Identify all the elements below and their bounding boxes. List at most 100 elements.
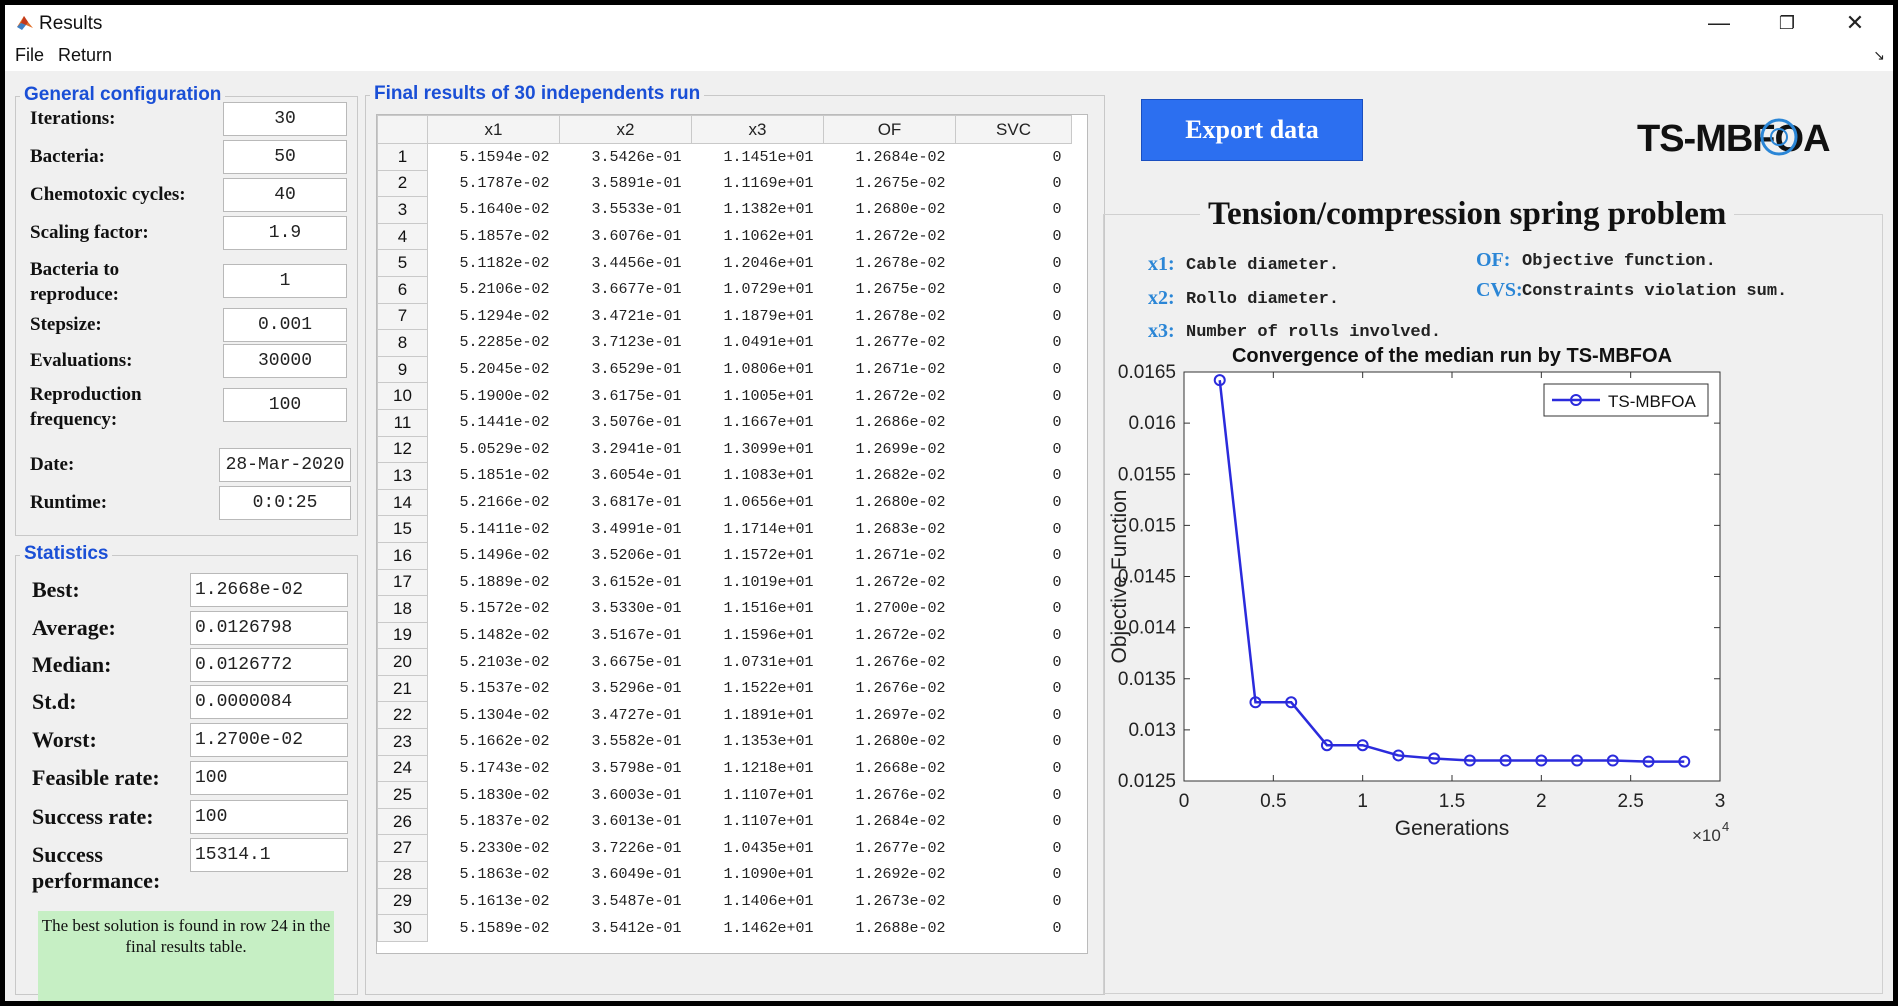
table-cell-x1[interactable]: 5.1496e-02 [428, 542, 560, 569]
feasible-field[interactable]: 100 [190, 761, 348, 795]
table-cell-svc[interactable]: 0 [956, 808, 1072, 835]
table-row[interactable]: 16 5.1496e-02 3.5206e-01 1.1572e+01 1.2671e-… [377, 541, 1072, 570]
table-cell-svc[interactable]: 0 [956, 755, 1072, 782]
table-cell-x2[interactable]: 3.7226e-01 [560, 835, 692, 862]
table-cell-x1[interactable]: 5.0529e-02 [428, 436, 560, 463]
table-cell-x3[interactable]: 1.1169e+01 [692, 170, 824, 197]
table-cell-svc[interactable]: 0 [956, 862, 1072, 889]
table-cell-x1[interactable]: 5.1889e-02 [428, 569, 560, 596]
table-cell-of[interactable]: 1.2697e-02 [824, 702, 956, 729]
table-cell-svc[interactable]: 0 [956, 835, 1072, 862]
table-cell-of[interactable]: 1.2699e-02 [824, 436, 956, 463]
table-cell-of[interactable]: 1.2672e-02 [824, 569, 956, 596]
scaling-field[interactable]: 1.9 [223, 216, 347, 250]
table-cell-x1[interactable]: 5.1294e-02 [428, 303, 560, 330]
table-cell-x3[interactable]: 1.1107e+01 [692, 808, 824, 835]
table-row[interactable]: 7 5.1294e-02 3.4721e-01 1.1879e+01 1.2678e-0… [377, 302, 1072, 331]
table-row[interactable]: 30 5.1589e-02 3.5412e-01 1.1462e+01 1.2688e-… [377, 914, 1072, 942]
table-cell-x1[interactable]: 5.1830e-02 [428, 782, 560, 809]
table-cell-x2[interactable]: 3.5533e-01 [560, 197, 692, 224]
table-cell-x3[interactable]: 1.1107e+01 [692, 782, 824, 809]
table-cell-of[interactable]: 1.2678e-02 [824, 303, 956, 330]
table-row[interactable]: 24 5.1743e-02 3.5798e-01 1.1218e+01 1.2668e-… [377, 754, 1072, 783]
table-cell-x1[interactable]: 5.2285e-02 [428, 330, 560, 357]
table-cell-x3[interactable]: 1.1353e+01 [692, 729, 824, 756]
table-row[interactable]: 10 5.1900e-02 3.6175e-01 1.1005e+01 1.2672e-… [377, 382, 1072, 410]
stepsize-field[interactable]: 0.001 [223, 308, 347, 342]
table-row[interactable]: 11 5.1441e-02 3.5076e-01 1.1667e+01 1.2686e-… [377, 408, 1072, 437]
table-cell-svc[interactable]: 0 [956, 383, 1072, 410]
table-cell-x1[interactable]: 5.1594e-02 [428, 144, 560, 171]
table-cell-of[interactable]: 1.2672e-02 [824, 383, 956, 410]
table-cell-x3[interactable]: 1.1572e+01 [692, 542, 824, 569]
table-cell-x3[interactable]: 1.0729e+01 [692, 276, 824, 303]
table-row[interactable]: 28 5.1863e-02 3.6049e-01 1.1090e+01 1.2692e-… [377, 861, 1072, 889]
table-row[interactable]: 15 5.1411e-02 3.4991e-01 1.1714e+01 1.2683e-… [377, 515, 1072, 543]
table-cell-svc[interactable]: 0 [956, 144, 1072, 171]
table-row[interactable]: 25 5.1830e-02 3.6003e-01 1.1107e+01 1.2676e-… [377, 781, 1072, 809]
table-cell-x1[interactable]: 5.1572e-02 [428, 596, 560, 623]
table-cell-x3[interactable]: 1.0731e+01 [692, 649, 824, 676]
column-header-of[interactable]: OF [823, 115, 956, 144]
table-cell-x2[interactable]: 3.5076e-01 [560, 409, 692, 436]
close-button[interactable]: ✕ [1837, 9, 1873, 37]
table-cell-x1[interactable]: 5.1589e-02 [428, 915, 560, 942]
table-cell-x3[interactable]: 1.1090e+01 [692, 862, 824, 889]
table-cell-svc[interactable]: 0 [956, 276, 1072, 303]
table-cell-x3[interactable]: 1.1596e+01 [692, 622, 824, 649]
column-header-svc[interactable]: SVC [955, 115, 1072, 144]
table-cell-of[interactable]: 1.2688e-02 [824, 915, 956, 942]
table-cell-x3[interactable]: 1.1522e+01 [692, 675, 824, 702]
table-cell-x3[interactable]: 1.1879e+01 [692, 303, 824, 330]
table-cell-x1[interactable]: 5.1837e-02 [428, 808, 560, 835]
table-cell-svc[interactable]: 0 [956, 356, 1072, 383]
minimize-button[interactable]: — [1701, 9, 1737, 37]
table-cell-x2[interactable]: 3.6003e-01 [560, 782, 692, 809]
table-cell-x1[interactable]: 5.1857e-02 [428, 223, 560, 250]
median-field[interactable]: 0.0126772 [190, 648, 348, 682]
table-row[interactable]: 19 5.1482e-02 3.5167e-01 1.1596e+01 1.2672e-… [377, 621, 1072, 650]
table-cell-of[interactable]: 1.2686e-02 [824, 409, 956, 436]
table-cell-x2[interactable]: 3.5330e-01 [560, 596, 692, 623]
table-cell-svc[interactable]: 0 [956, 622, 1072, 649]
table-cell-x1[interactable]: 5.1863e-02 [428, 862, 560, 889]
table-cell-svc[interactable]: 0 [956, 436, 1072, 463]
bacteria-field[interactable]: 50 [223, 140, 347, 174]
table-cell-x1[interactable]: 5.2103e-02 [428, 649, 560, 676]
table-row[interactable]: 23 5.1662e-02 3.5582e-01 1.1353e+01 1.2680e-… [377, 728, 1072, 756]
table-cell-x2[interactable]: 3.6049e-01 [560, 862, 692, 889]
table-cell-svc[interactable]: 0 [956, 250, 1072, 277]
table-cell-of[interactable]: 1.2677e-02 [824, 330, 956, 357]
table-row[interactable]: 5 5.1182e-02 3.4456e-01 1.2046e+01 1.2678e-0… [377, 249, 1072, 277]
table-cell-x3[interactable]: 1.1019e+01 [692, 569, 824, 596]
table-cell-x1[interactable]: 5.1482e-02 [428, 622, 560, 649]
table-row[interactable]: 21 5.1537e-02 3.5296e-01 1.1522e+01 1.2676e-… [377, 674, 1072, 703]
table-cell-of[interactable]: 1.2675e-02 [824, 276, 956, 303]
table-row[interactable]: 18 5.1572e-02 3.5330e-01 1.1516e+01 1.2700e-… [377, 595, 1072, 623]
table-cell-of[interactable]: 1.2684e-02 [824, 808, 956, 835]
table-cell-x2[interactable]: 3.6152e-01 [560, 569, 692, 596]
table-cell-of[interactable]: 1.2672e-02 [824, 223, 956, 250]
table-cell-x1[interactable]: 5.1537e-02 [428, 675, 560, 702]
table-row[interactable]: 12 5.0529e-02 3.2941e-01 1.3099e+01 1.2699e-… [377, 435, 1072, 464]
table-cell-x1[interactable]: 5.1900e-02 [428, 383, 560, 410]
table-cell-x1[interactable]: 5.2045e-02 [428, 356, 560, 383]
table-cell-x1[interactable]: 5.2330e-02 [428, 835, 560, 862]
average-field[interactable]: 0.0126798 [190, 611, 348, 645]
table-row[interactable]: 1 5.1594e-02 3.5426e-01 1.1451e+01 1.2684e-0… [377, 143, 1072, 171]
date-field[interactable]: 28-Mar-2020 [219, 448, 351, 482]
table-cell-of[interactable]: 1.2671e-02 [824, 356, 956, 383]
table-cell-x2[interactable]: 3.6817e-01 [560, 489, 692, 516]
column-header-x1[interactable]: x1 [427, 115, 560, 144]
column-header-x2[interactable]: x2 [559, 115, 692, 144]
table-cell-x3[interactable]: 1.0806e+01 [692, 356, 824, 383]
table-row[interactable]: 2 5.1787e-02 3.5891e-01 1.1169e+01 1.2675e-0… [377, 169, 1072, 198]
table-cell-x1[interactable]: 5.1411e-02 [428, 516, 560, 543]
table-cell-x3[interactable]: 1.1451e+01 [692, 144, 824, 171]
table-cell-svc[interactable]: 0 [956, 463, 1072, 490]
table-cell-x2[interactable]: 3.6175e-01 [560, 383, 692, 410]
table-cell-x2[interactable]: 3.4721e-01 [560, 303, 692, 330]
table-cell-x2[interactable]: 3.4991e-01 [560, 516, 692, 543]
table-cell-x3[interactable]: 1.0491e+01 [692, 330, 824, 357]
table-cell-of[interactable]: 1.2683e-02 [824, 516, 956, 543]
